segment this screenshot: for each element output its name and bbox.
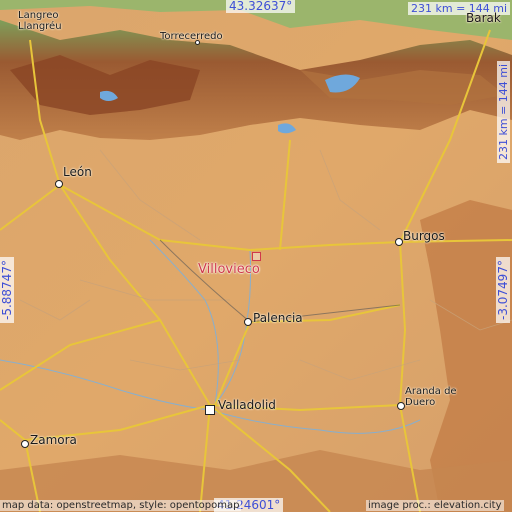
zamora-dot bbox=[21, 440, 29, 448]
west-longitude-label: -5.88747° bbox=[0, 257, 14, 323]
east-longitude-label: -3.07497° bbox=[496, 257, 510, 323]
map-viewport[interactable]: 43.32637° 41.24601° -5.88747° -3.07497° … bbox=[0, 0, 512, 512]
scale-vertical: 231 km = 144 mi bbox=[497, 60, 510, 163]
place-label-valladolid: Valladolid bbox=[218, 398, 276, 412]
map-credit-left: map data: openstreetmap, style: opentopo… bbox=[0, 500, 242, 511]
place-label-burgos: Burgos bbox=[403, 229, 445, 243]
place-label-torrecerredo: Torrecerredo bbox=[160, 31, 223, 42]
burgos-dot bbox=[395, 238, 403, 246]
leon-dot bbox=[55, 180, 63, 188]
map-credit-right: image proc.: elevation.city bbox=[366, 500, 504, 511]
place-label-barakaldo: Barak bbox=[466, 11, 501, 25]
place-label-palencia: Palencia bbox=[253, 311, 303, 325]
aranda-dot bbox=[397, 402, 405, 410]
place-label-zamora: Zamora bbox=[30, 433, 77, 447]
place-label-leon: León bbox=[63, 165, 92, 179]
target-marker[interactable] bbox=[252, 252, 261, 261]
palencia-dot bbox=[244, 318, 252, 326]
place-label-langreo: Langreo Llangréu bbox=[18, 10, 62, 32]
target-place-label[interactable]: Villovieco bbox=[198, 262, 260, 277]
place-label-aranda: Aranda de Duero bbox=[405, 386, 457, 408]
valladolid-dot bbox=[205, 405, 215, 415]
north-latitude-label: 43.32637° bbox=[226, 0, 296, 13]
